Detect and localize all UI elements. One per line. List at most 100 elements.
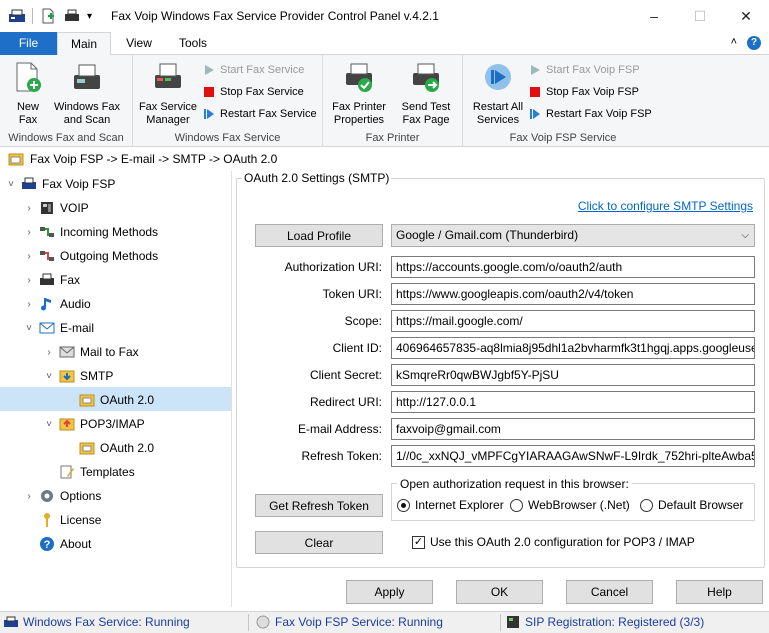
get-refresh-token-button[interactable]: Get Refresh Token — [255, 494, 383, 517]
radio-default-browser[interactable]: Default Browser — [640, 498, 743, 512]
token-uri-field[interactable]: https://www.googleapis.com/oauth2/v4/tok… — [391, 283, 755, 305]
fax-service-manager-button[interactable]: Fax Service Manager — [137, 61, 199, 127]
chevron-right-icon[interactable]: › — [24, 299, 34, 310]
chevron-right-icon[interactable]: › — [24, 275, 34, 286]
chevron-down-icon[interactable]: ⌵ — [741, 225, 749, 246]
client-id-field[interactable]: 406964657835-aq8lmia8j95dhl1a2bvharmfk3t… — [391, 337, 755, 359]
auth-uri-field[interactable]: https://accounts.google.com/o/oauth2/aut… — [391, 256, 755, 278]
tree-item-license[interactable]: License — [24, 509, 101, 531]
tree-item-pop3-oauth[interactable]: OAuth 2.0 — [64, 437, 154, 459]
start-fax-service-button[interactable]: Start Fax Service — [203, 61, 304, 79]
status-sip: SIP Registration: Registered (3/3) — [506, 615, 704, 629]
tree-item-label: License — [60, 513, 102, 527]
scope-field[interactable]: https://mail.google.com/ — [391, 310, 755, 332]
apply-button[interactable]: Apply — [346, 580, 433, 604]
tree-item-smtp[interactable]: ˅ SMTP — [44, 365, 113, 387]
tree-item-label: Mail to Fax — [80, 345, 139, 359]
tree-item-options[interactable]: › Options — [24, 485, 101, 507]
new-fax-button[interactable]: New Fax — [10, 61, 46, 127]
client-secret-label: Client Secret: — [309, 368, 382, 382]
tree-item-fax[interactable]: › Fax — [24, 269, 80, 291]
radio-icon[interactable] — [640, 498, 653, 512]
printer-icon[interactable] — [63, 8, 81, 24]
clear-button[interactable]: Clear — [255, 531, 383, 554]
tree-item-pop3-imap[interactable]: ˅ POP3/IMAP — [44, 413, 145, 435]
tree-item-mail-to-fax[interactable]: › Mail to Fax — [44, 341, 139, 363]
minimize-button[interactable]: – — [631, 0, 677, 32]
send-test-fax-button[interactable]: Send Test Fax Page — [397, 61, 455, 127]
restart-all-services-label: Restart All Services — [472, 101, 524, 126]
tree-item-label: Options — [60, 489, 102, 503]
chevron-down-icon[interactable]: ˅ — [44, 371, 54, 382]
help-button[interactable]: Help — [676, 580, 763, 604]
fax-app-icon — [9, 9, 25, 22]
chevron-down-icon[interactable]: ˅ — [44, 419, 54, 430]
tree-item-outgoing-methods[interactable]: › Outgoing Methods — [24, 245, 158, 267]
tree-item-about[interactable]: ? About — [24, 533, 91, 555]
chevron-right-icon[interactable]: › — [24, 491, 34, 502]
chevron-right-icon[interactable]: › — [24, 251, 34, 262]
radio-internet-explorer[interactable]: Internet Explorer — [397, 498, 504, 512]
close-button[interactable]: ✕ — [723, 0, 769, 32]
configure-smtp-link[interactable]: Click to configure SMTP Settings — [578, 199, 753, 213]
chevron-right-icon[interactable]: › — [44, 347, 54, 358]
load-profile-button[interactable]: Load Profile — [255, 224, 383, 247]
chevron-right-icon[interactable]: › — [24, 227, 34, 238]
breadcrumb-path: Fax Voip FSP -> E-mail -> SMTP -> OAuth … — [30, 152, 278, 166]
email-field[interactable]: faxvoip@gmail.com — [391, 418, 755, 440]
help-icon[interactable]: ? — [747, 36, 761, 50]
tree-item-email[interactable]: ˅ E-mail — [24, 317, 94, 339]
tab-view[interactable]: View — [117, 32, 161, 55]
checkbox-checked-icon[interactable]: ✓ — [412, 535, 425, 549]
tree-item-incoming-methods[interactable]: › Incoming Methods — [24, 221, 158, 243]
customize-quick-access-icon[interactable]: ▾ — [87, 11, 92, 22]
radio-icon[interactable] — [510, 498, 523, 512]
tree-item-smtp-oauth[interactable]: OAuth 2.0 — [64, 389, 154, 411]
radio-label: WebBrowser (.Net) — [528, 498, 630, 512]
profile-select[interactable]: Google / Gmail.com (Thunderbird) ⌵ — [391, 224, 755, 247]
status-fax-service: Windows Fax Service: Running — [4, 615, 190, 629]
stop-icon — [204, 87, 214, 97]
collapse-ribbon-icon[interactable]: ˄ — [731, 36, 737, 50]
maximize-button[interactable]: ☐ — [677, 0, 723, 32]
redirect-uri-label: Redirect URI: — [309, 395, 382, 409]
printer-check-icon — [346, 63, 372, 92]
restart-fax-voip-fsp-button[interactable]: Restart Fax Voip FSP — [529, 105, 652, 123]
restart-all-services-button[interactable]: Restart All Services — [467, 61, 529, 127]
windows-fax-scan-button[interactable]: Windows Fax and Scan — [50, 61, 124, 127]
profile-select-value: Google / Gmail.com (Thunderbird) — [396, 228, 579, 242]
key-icon — [44, 513, 50, 527]
chevron-down-icon[interactable]: ˅ — [24, 323, 34, 334]
tree-item-label: Audio — [60, 297, 91, 311]
status-divider — [500, 614, 501, 631]
client-secret-field[interactable]: kSmqreRr0qwBWJgbf5Y-PjSU — [391, 364, 755, 386]
chevron-right-icon[interactable]: › — [24, 203, 34, 214]
checkbox-label: Use this OAuth 2.0 configuration for POP… — [430, 535, 695, 549]
tab-file[interactable]: File — [0, 32, 57, 55]
cancel-button[interactable]: Cancel — [566, 580, 653, 604]
refresh-token-field[interactable]: 1//0c_xxNQJ_vMPFCgYIARAAGAwSNwF-L9Irdk_7… — [391, 445, 755, 467]
redirect-uri-field[interactable]: http://127.0.0.1 — [391, 391, 755, 413]
ok-button[interactable]: OK — [456, 580, 543, 604]
tab-main[interactable]: Main — [57, 32, 111, 56]
mail-to-fax-icon — [59, 346, 75, 358]
tree-item-templates[interactable]: Templates — [44, 461, 135, 483]
tree-item-audio[interactable]: › Audio — [24, 293, 91, 315]
new-document-icon[interactable] — [39, 8, 57, 24]
radio-webbrowser-net[interactable]: WebBrowser (.Net) — [510, 498, 630, 512]
start-fax-voip-fsp-button[interactable]: Start Fax Voip FSP — [529, 61, 640, 79]
stop-fax-voip-fsp-button[interactable]: Stop Fax Voip FSP — [529, 83, 639, 101]
tree-item-voip[interactable]: › VOIP — [24, 197, 88, 219]
restart-fax-service-button[interactable]: Restart Fax Service — [203, 105, 317, 123]
stop-fax-service-button[interactable]: Stop Fax Service — [203, 83, 304, 101]
radio-selected-icon[interactable] — [397, 498, 410, 512]
stop-icon — [530, 87, 540, 97]
tree-item-fax-voip-fsp[interactable]: ˅ Fax Voip FSP — [6, 173, 115, 195]
chevron-down-icon[interactable]: ˅ — [6, 179, 16, 190]
token-uri-label: Token URI: — [322, 287, 382, 301]
printer-send-icon — [413, 63, 439, 92]
pop3-oauth-checkbox[interactable]: ✓ Use this OAuth 2.0 configuration for P… — [412, 535, 695, 549]
tab-tools[interactable]: Tools — [167, 32, 219, 55]
group-label: Windows Fax Service — [174, 132, 281, 144]
fax-printer-properties-button[interactable]: Fax Printer Properties — [327, 61, 391, 127]
